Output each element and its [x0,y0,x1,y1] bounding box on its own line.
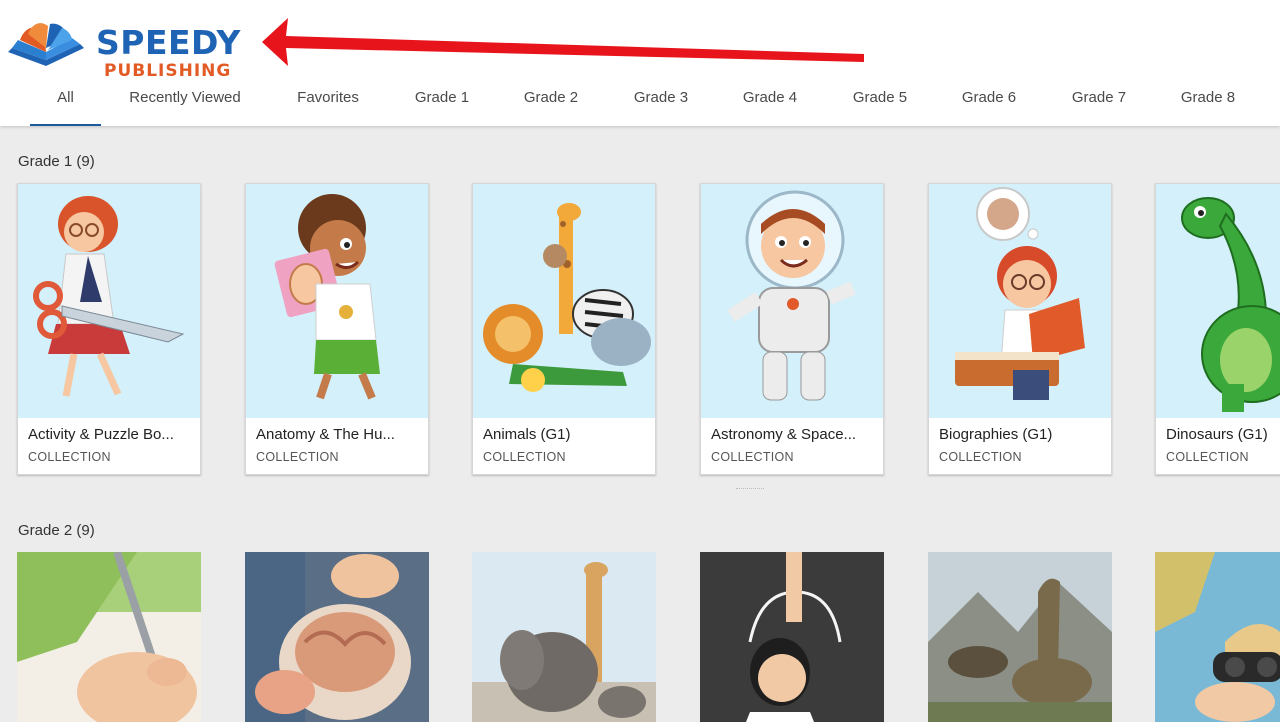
boy-reading-book-illustration [929,184,1111,418]
card-type: COLLECTION [1166,450,1249,464]
tab-grade-4[interactable]: Grade 4 [728,78,812,126]
girl-chalkboard-photo[interactable] [700,552,884,722]
tab-grade-6[interactable]: Grade 6 [947,78,1031,126]
tab-grade-1[interactable]: Grade 1 [400,78,484,126]
card-title: Animals (G1) [483,426,571,443]
collection-card[interactable]: Activity & Puzzle Bo... COLLECTION [17,183,201,475]
tab-favorites[interactable]: Favorites [282,78,374,126]
card-title: Anatomy & The Hu... [256,426,395,443]
card-title: Dinosaurs (G1) [1166,426,1268,443]
collection-card[interactable]: Astronomy & Space... COLLECTION [700,183,884,475]
logo-text-speedy: SPEEDY [96,23,241,62]
collection-card[interactable]: Anatomy & The Hu... COLLECTION [245,183,429,475]
book-logo-icon [8,23,84,66]
card-title: Biographies (G1) [939,426,1053,443]
tab-grade-2[interactable]: Grade 2 [509,78,593,126]
dinosaurs-landscape-photo[interactable] [928,552,1112,722]
tab-recently-viewed[interactable]: Recently Viewed [116,78,254,126]
child-binoculars-photo[interactable] [1155,552,1280,722]
tab-grade-5[interactable]: Grade 5 [838,78,922,126]
tab-grade-7[interactable]: Grade 7 [1057,78,1141,126]
brain-model-photo[interactable] [245,552,429,722]
card-type: COLLECTION [711,450,794,464]
card-title: Activity & Puzzle Bo... [28,426,174,443]
speedy-publishing-logo[interactable]: SPEEDY PUBLISHING [6,12,246,80]
tab-grade-3[interactable]: Grade 3 [619,78,703,126]
card-type: COLLECTION [939,450,1022,464]
collection-card[interactable]: Animals (G1) COLLECTION [472,183,656,475]
collection-card[interactable]: Dinosaurs (G1) COLLECTION [1155,183,1280,475]
girl-with-scissors-illustration [18,184,200,418]
green-dinosaur-illustration [1156,184,1280,418]
animals-group-illustration [473,184,655,418]
card-type: COLLECTION [28,450,111,464]
section-title-grade-2: Grade 2 (9) [18,522,95,539]
scroll-indicator [736,488,764,492]
collection-card[interactable]: Biographies (G1) COLLECTION [928,183,1112,475]
boy-with-ear-card-illustration [246,184,428,418]
card-type: COLLECTION [483,450,566,464]
card-title: Astronomy & Space... [711,426,857,443]
elephant-giraffe-photo[interactable] [472,552,656,722]
card-type: COLLECTION [256,450,339,464]
tab-grade-8[interactable]: Grade 8 [1166,78,1250,126]
top-header: SPEEDY PUBLISHING All Recently Viewed Fa… [0,0,1280,126]
red-annotation-arrow [262,18,864,66]
astronaut-boy-illustration [701,184,883,418]
category-tabs: All Recently Viewed Favorites Grade 1 Gr… [0,78,1280,126]
section-title-grade-1: Grade 1 (9) [18,153,95,170]
child-writing-photo[interactable] [17,552,201,722]
tab-all[interactable]: All [30,78,101,126]
